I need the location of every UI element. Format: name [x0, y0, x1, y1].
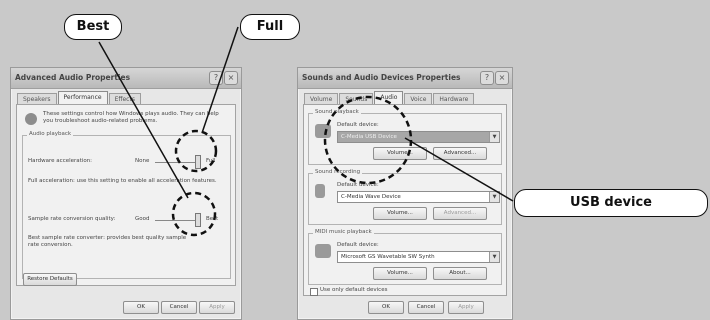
hw-accel-slider[interactable] — [195, 155, 201, 169]
advanced-audio-properties-window: Advanced Audio Properties ? × Speakers P… — [10, 67, 242, 320]
cancel-button[interactable]: Cancel — [408, 301, 444, 314]
help-icon[interactable]: ? — [209, 71, 223, 85]
chevron-down-icon[interactable]: ▼ — [489, 132, 499, 142]
sound-recording-group: Sound recording Default device: C-Media … — [308, 169, 502, 225]
playback-volume-button[interactable]: Volume... — [373, 147, 427, 160]
speaker-icon — [315, 124, 331, 138]
best-callout: Best — [64, 14, 122, 40]
sound-playback-group: Sound playback Default device: C-Media U… — [308, 109, 502, 165]
advanced-audio-title: Advanced Audio Properties — [11, 68, 241, 89]
microphone-icon — [315, 184, 325, 198]
recording-advanced-button[interactable]: Advanced... — [433, 207, 487, 220]
usb-device-callout: USB device — [514, 189, 708, 217]
ok-button[interactable]: OK — [123, 301, 159, 314]
tab-performance[interactable]: Performance — [57, 91, 108, 105]
performance-intro: These settings control how Windows plays… — [43, 111, 219, 124]
performance-panel: These settings control how Windows plays… — [16, 104, 236, 286]
src-quality-track — [155, 220, 199, 221]
midi-keyboard-icon — [315, 244, 331, 258]
full-callout: Full — [240, 14, 300, 40]
playback-default-device-label: Default device: — [337, 122, 379, 128]
chevron-down-icon[interactable]: ▼ — [489, 252, 499, 262]
midi-about-button[interactable]: About... — [433, 267, 487, 280]
sound-playback-label: Sound playback — [313, 109, 361, 115]
audio-panel: Sound playback Default device: C-Media U… — [303, 104, 507, 296]
midi-device-select[interactable]: Microsoft GS Wavetable SW Synth ▼ — [337, 251, 500, 263]
hw-accel-min-label: None — [135, 158, 150, 164]
recording-device-value: C-Media Wave Device — [341, 194, 401, 200]
sound-recording-label: Sound recording — [313, 169, 363, 175]
tab-audio[interactable]: Audio — [374, 91, 404, 105]
help-icon[interactable]: ? — [480, 71, 494, 85]
hw-accel-max-label: Full — [206, 158, 216, 164]
ok-button[interactable]: OK — [368, 301, 404, 314]
chevron-down-icon[interactable]: ▼ — [489, 192, 499, 202]
src-quality-description: Best sample rate converter: provides bes… — [28, 235, 187, 248]
audio-playback-group-label: Audio playback — [27, 131, 74, 137]
hw-accel-description: Full acceleration: use this setting to e… — [28, 178, 217, 184]
use-default-devices-checkbox[interactable] — [310, 288, 318, 296]
hw-accel-track — [155, 162, 199, 163]
speaker-icon — [25, 113, 37, 125]
playback-device-value: C-Media USB Device — [341, 134, 397, 140]
sounds-audio-devices-window: Sounds and Audio Devices Properties ? × … — [297, 67, 513, 320]
midi-playback-label: MIDI music playback — [313, 229, 374, 235]
close-icon[interactable]: × — [495, 71, 509, 85]
src-quality-label: Sample rate conversion quality: — [28, 216, 116, 222]
restore-defaults-button[interactable]: Restore Defaults — [23, 273, 77, 286]
apply-button[interactable]: Apply — [448, 301, 484, 314]
recording-volume-button[interactable]: Volume... — [373, 207, 427, 220]
src-quality-max-label: Best — [206, 216, 219, 222]
midi-default-device-label: Default device: — [337, 242, 379, 248]
apply-button[interactable]: Apply — [199, 301, 235, 314]
midi-device-value: Microsoft GS Wavetable SW Synth — [341, 254, 435, 260]
audio-playback-group: Audio playback Hardware acceleration: No… — [22, 131, 231, 279]
midi-playback-group: MIDI music playback Default device: Micr… — [308, 229, 502, 285]
recording-default-device-label: Default device: — [337, 182, 379, 188]
midi-volume-button[interactable]: Volume... — [373, 267, 427, 280]
close-icon[interactable]: × — [224, 71, 238, 85]
playback-device-select[interactable]: C-Media USB Device ▼ — [337, 131, 500, 143]
src-quality-min-label: Good — [135, 216, 150, 222]
src-quality-slider[interactable] — [195, 213, 201, 227]
playback-advanced-button[interactable]: Advanced... — [433, 147, 487, 160]
recording-device-select[interactable]: C-Media Wave Device ▼ — [337, 191, 500, 203]
cancel-button[interactable]: Cancel — [161, 301, 197, 314]
use-default-devices-label: Use only default devices — [320, 287, 388, 293]
hw-accel-label: Hardware acceleration: — [28, 158, 93, 164]
